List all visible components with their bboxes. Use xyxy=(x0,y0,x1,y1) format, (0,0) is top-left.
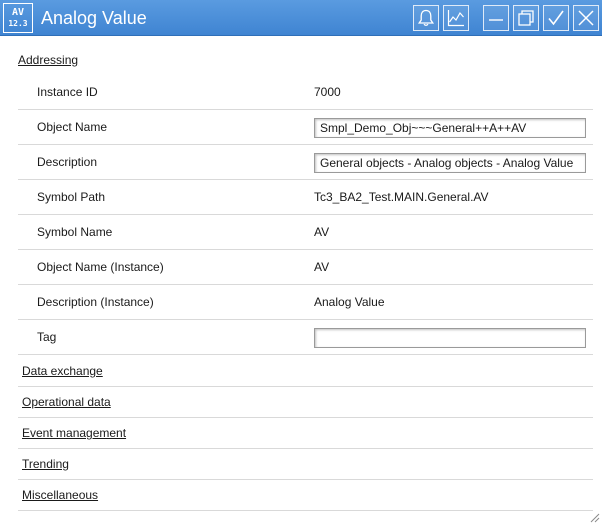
resize-grip-icon[interactable] xyxy=(588,511,600,523)
minimize-icon xyxy=(489,19,503,21)
property-label: Instance ID xyxy=(37,85,98,99)
badge-version: 12.3 xyxy=(8,19,28,28)
property-label: Tag xyxy=(37,330,57,344)
property-row-symbol-path: Symbol Path Tc3_BA2_Test.MAIN.General.AV xyxy=(18,180,593,215)
object-name-input[interactable]: Smpl_Demo_Obj~~~General++A++AV xyxy=(314,118,586,138)
section-event-management[interactable]: Event management xyxy=(18,418,593,449)
property-label: Description xyxy=(37,155,98,169)
confirm-button[interactable] xyxy=(543,5,569,31)
title-bar: AV 12.3 Analog Value xyxy=(0,0,602,36)
section-label[interactable]: Data exchange xyxy=(22,356,103,387)
symbol-name-value: AV xyxy=(314,225,330,239)
description-instance-value: Analog Value xyxy=(314,295,385,309)
property-label: Description (Instance) xyxy=(37,295,154,309)
restore-icon xyxy=(518,10,534,26)
property-row-symbol-name: Symbol Name AV xyxy=(18,215,593,250)
badge-type: AV xyxy=(11,7,25,18)
tag-input[interactable] xyxy=(314,328,586,348)
restore-button[interactable] xyxy=(513,5,539,31)
property-row-description-instance: Description (Instance) Analog Value xyxy=(18,285,593,320)
window-title: Analog Value xyxy=(41,8,147,28)
section-operational-data[interactable]: Operational data xyxy=(18,387,593,418)
property-row-instance-id: Instance ID 7000 xyxy=(18,75,593,110)
close-icon xyxy=(578,10,594,26)
section-miscellaneous[interactable]: Miscellaneous xyxy=(18,480,593,511)
property-row-object-name-instance: Object Name (Instance) AV xyxy=(18,250,593,285)
section-label[interactable]: Trending xyxy=(22,449,69,480)
check-icon xyxy=(548,10,564,26)
section-label[interactable]: Event management xyxy=(22,418,126,449)
property-row-object-name: Object Name Smpl_Demo_Obj~~~General++A++… xyxy=(18,110,593,145)
object-name-instance-value: AV xyxy=(314,260,330,274)
instance-id-value: 7000 xyxy=(314,85,341,99)
section-label[interactable]: Miscellaneous xyxy=(22,480,98,511)
property-label: Object Name xyxy=(37,120,108,134)
properties-panel: Addressing Instance ID 7000 Object Name … xyxy=(0,37,602,525)
property-label: Symbol Path xyxy=(37,190,106,204)
minimize-button[interactable] xyxy=(483,5,509,31)
property-label: Object Name (Instance) xyxy=(37,260,164,274)
property-row-tag: Tag xyxy=(18,320,593,355)
section-data-exchange[interactable]: Data exchange xyxy=(18,356,593,387)
section-label[interactable]: Operational data xyxy=(22,387,111,418)
description-input[interactable]: General objects - Analog objects - Analo… xyxy=(314,153,586,173)
property-label: Symbol Name xyxy=(37,225,113,239)
alarm-button[interactable] xyxy=(413,5,439,31)
section-addressing[interactable]: Addressing xyxy=(18,53,78,67)
trend-button[interactable] xyxy=(443,5,469,31)
object-type-badge: AV 12.3 xyxy=(3,3,33,33)
bell-icon xyxy=(417,9,435,27)
chart-icon xyxy=(447,10,464,27)
section-trending[interactable]: Trending xyxy=(18,449,593,480)
close-button[interactable] xyxy=(573,5,599,31)
symbol-path-value: Tc3_BA2_Test.MAIN.General.AV xyxy=(314,190,489,204)
property-row-description: Description General objects - Analog obj… xyxy=(18,145,593,180)
